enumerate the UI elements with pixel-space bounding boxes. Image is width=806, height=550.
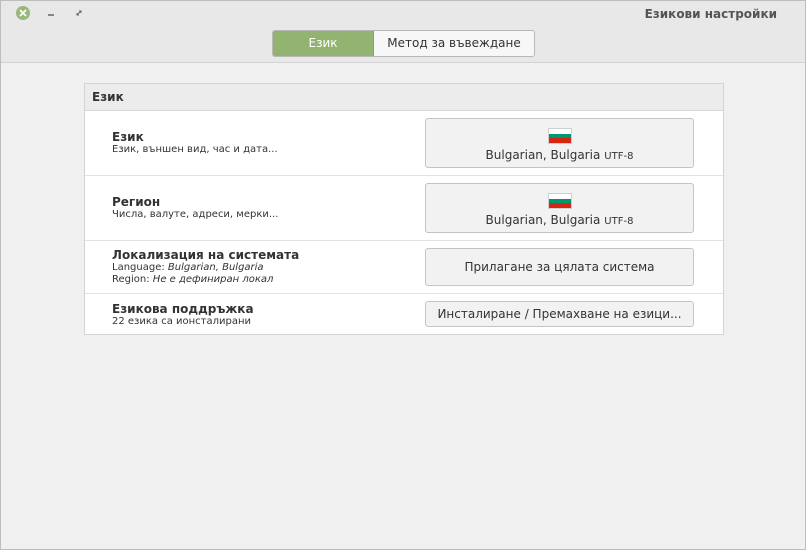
encoding-value: UTF-8 [604, 216, 634, 227]
language-value: Bulgarian, Bulgaria [485, 148, 601, 162]
tab-input-method[interactable]: Метод за въвеждане [374, 31, 534, 56]
language-support-row: Езикова поддръжка 22 езика са ионсталира… [85, 294, 723, 334]
region-select-button[interactable]: Bulgarian, Bulgaria UTF-8 [425, 183, 694, 233]
row-subtitle: 22 езика са ионсталирани [112, 316, 252, 327]
language-panel: Език Език Език, външен вид, час и дата..… [84, 83, 724, 335]
close-button[interactable] [16, 6, 30, 20]
system-language-line: Language: Bulgarian, Bulgaria [112, 262, 299, 274]
row-title: Езикова поддръжка [112, 302, 254, 316]
region-label: Region: [112, 274, 150, 285]
language-value: Bulgarian, Bulgaria [167, 262, 264, 273]
language-label: Language: [112, 262, 165, 273]
row-title: Локализация на системата [112, 248, 300, 262]
apply-system-wide-button[interactable]: Прилагане за цялата система [425, 248, 694, 286]
language-settings-window: Езикови настройки Език Метод за въвеждан… [0, 0, 806, 550]
window-title: Езикови настройки [644, 7, 777, 21]
panel-header: Език [85, 84, 723, 111]
language-row-text: Език Език, външен вид, час и дата... [112, 130, 278, 156]
install-remove-languages-button[interactable]: Инсталиране / Премахване на езици... [425, 301, 694, 327]
maximize-icon [76, 10, 82, 16]
tab-language[interactable]: Език [273, 31, 374, 56]
system-locale-row: Локализация на системата Language: Bulga… [85, 241, 723, 294]
titlebar: Езикови настройки Език Метод за въвеждан… [1, 1, 805, 63]
close-icon [19, 9, 27, 17]
region-value: Не е дефиниран локал [152, 274, 274, 285]
system-region-line: Region: Не е дефиниран локал [112, 274, 299, 286]
row-title: Език [112, 130, 144, 144]
language-support-text: Езикова поддръжка 22 езика са ионсталира… [112, 302, 254, 328]
region-value: Bulgarian, Bulgaria [485, 213, 601, 227]
region-row-text: Регион Числа, валуте, адреси, мерки... [112, 195, 278, 221]
bulgarian-flag-icon [547, 128, 572, 144]
minimize-icon [48, 14, 54, 16]
row-subtitle: Език, външен вид, час и дата... [112, 144, 278, 155]
maximize-button[interactable] [72, 6, 86, 20]
bulgarian-flag-icon [547, 193, 572, 209]
language-row: Език Език, външен вид, час и дата... Bul… [85, 111, 723, 176]
language-select-button[interactable]: Bulgarian, Bulgaria UTF-8 [425, 118, 694, 168]
region-row: Регион Числа, валуте, адреси, мерки... B… [85, 176, 723, 241]
tab-bar: Език Метод за въвеждане [272, 30, 535, 57]
row-title: Регион [112, 195, 161, 209]
row-subtitle: Числа, валуте, адреси, мерки... [112, 209, 279, 220]
encoding-value: UTF-8 [604, 151, 634, 162]
system-locale-text: Локализация на системата Language: Bulga… [112, 248, 299, 286]
minimize-button[interactable] [44, 6, 58, 20]
